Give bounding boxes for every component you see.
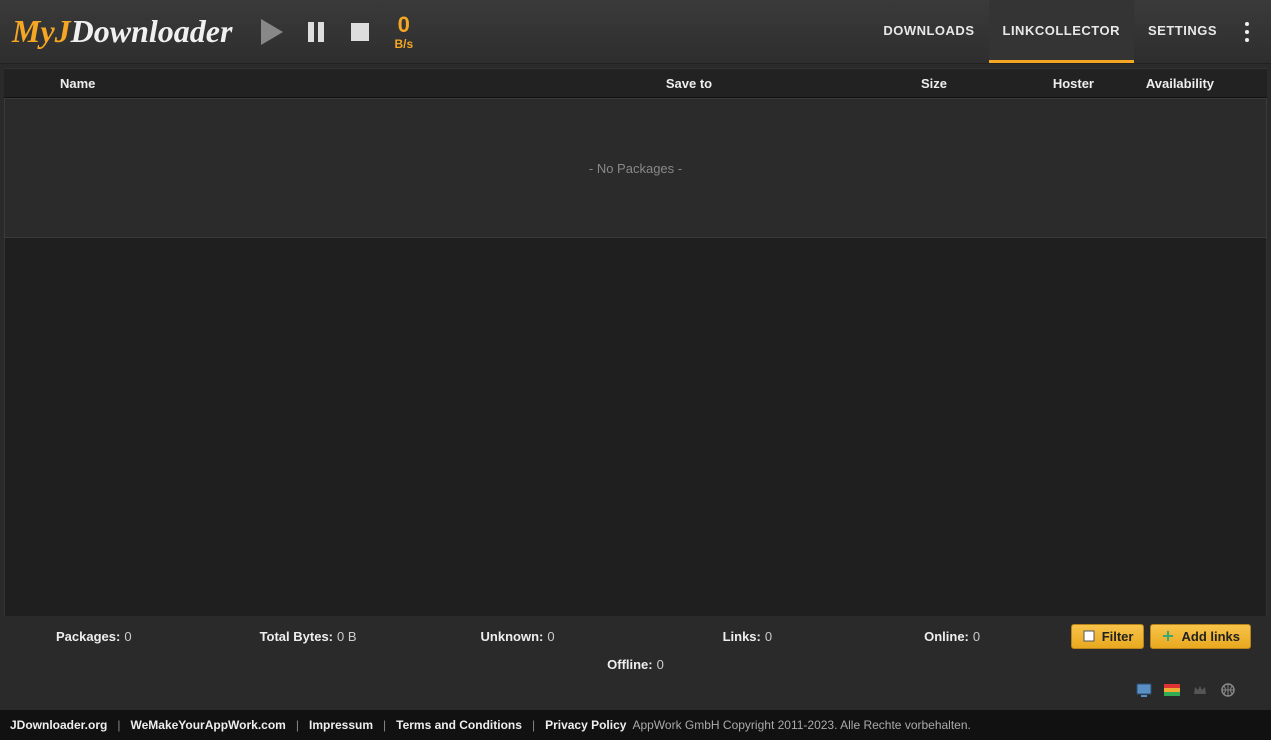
separator: | (383, 718, 386, 732)
totalbytes-label: Total Bytes: (260, 629, 333, 644)
content-area: Name Save to Size Hoster Availability - … (0, 64, 1271, 710)
column-saveto[interactable]: Save to (504, 76, 874, 91)
header-bar: My J Downloader 0 B/s DOWNLOADS LINKCOLL… (0, 0, 1271, 64)
stat-offline: Offline: 0 (607, 657, 664, 672)
offline-value: 0 (657, 657, 664, 672)
filter-label: Filter (1102, 629, 1134, 644)
stats-bar: Packages: 0 Total Bytes: 0 B Unknown: 0 … (4, 616, 1267, 706)
add-links-button[interactable]: Add links (1150, 624, 1251, 649)
totalbytes-value: 0 B (337, 629, 357, 644)
tab-settings[interactable]: SETTINGS (1134, 0, 1231, 63)
column-hoster[interactable]: Hoster (994, 76, 1094, 91)
stat-links: Links: 0 (723, 629, 773, 644)
stop-button[interactable] (344, 12, 376, 52)
footer-bar: JDownloader.org | WeMakeYourAppWork.com … (0, 710, 1271, 740)
footer-link-privacy[interactable]: Privacy Policy (545, 718, 626, 732)
overflow-menu-button[interactable] (1231, 0, 1263, 63)
stats-row-2: Offline: 0 (20, 650, 1251, 678)
column-availability[interactable]: Availability (1094, 76, 1234, 91)
stop-icon (350, 22, 370, 42)
online-value: 0 (973, 629, 980, 644)
tab-linkcollector[interactable]: LINKCOLLECTOR (989, 0, 1134, 63)
separator: | (117, 718, 120, 732)
speed-unit: B/s (394, 38, 413, 50)
column-size[interactable]: Size (874, 76, 994, 91)
filter-button[interactable]: Filter (1071, 624, 1145, 649)
separator: | (532, 718, 535, 732)
monitor-icon[interactable] (1135, 682, 1153, 698)
separator: | (296, 718, 299, 732)
main-tabs: DOWNLOADS LINKCOLLECTOR SETTINGS (869, 0, 1263, 63)
flag-icon[interactable] (1163, 682, 1181, 698)
stats-row-1: Packages: 0 Total Bytes: 0 B Unknown: 0 … (20, 622, 1251, 650)
dot-icon (1245, 30, 1249, 34)
filter-icon (1082, 629, 1096, 643)
packages-value: 0 (124, 629, 131, 644)
stat-unknown: Unknown: 0 (481, 629, 555, 644)
packages-label: Packages: (56, 629, 120, 644)
footer-link-terms[interactable]: Terms and Conditions (396, 718, 522, 732)
footer-link-appwork[interactable]: WeMakeYourAppWork.com (130, 718, 285, 732)
dot-icon (1245, 22, 1249, 26)
footer-link-impressum[interactable]: Impressum (309, 718, 373, 732)
status-icon-row (20, 678, 1251, 704)
online-label: Online: (924, 629, 969, 644)
offline-label: Offline: (607, 657, 653, 672)
stat-online: Online: 0 (924, 629, 980, 644)
links-label: Links: (723, 629, 761, 644)
play-icon (259, 17, 285, 47)
play-button[interactable] (256, 12, 288, 52)
logo-downloader: Downloader (71, 13, 233, 50)
tab-downloads[interactable]: DOWNLOADS (869, 0, 988, 63)
speed-indicator: 0 B/s (394, 14, 413, 50)
table-header: Name Save to Size Hoster Availability (4, 68, 1267, 98)
pause-button[interactable] (300, 12, 332, 52)
pause-icon (307, 21, 325, 43)
empty-space (4, 238, 1267, 616)
dot-icon (1245, 38, 1249, 42)
column-name[interactable]: Name (4, 76, 504, 91)
app-logo: My J Downloader (8, 13, 232, 50)
unknown-label: Unknown: (481, 629, 544, 644)
globe-icon[interactable] (1219, 682, 1237, 698)
footer-link-jdownloader[interactable]: JDownloader.org (10, 718, 107, 732)
add-icon (1161, 629, 1175, 643)
crown-icon[interactable] (1191, 682, 1209, 698)
unknown-value: 0 (547, 629, 554, 644)
action-buttons: Filter Add links (1071, 624, 1251, 649)
empty-message: - No Packages - (589, 161, 682, 176)
speed-value: 0 (394, 14, 413, 36)
logo-j: J (55, 13, 71, 50)
stat-totalbytes: Total Bytes: 0 B (260, 629, 357, 644)
stat-packages: Packages: 0 (56, 629, 132, 644)
table-body: - No Packages - (4, 98, 1267, 238)
links-value: 0 (765, 629, 772, 644)
logo-my: My (12, 13, 55, 50)
footer-copyright: AppWork GmbH Copyright 2011-2023. Alle R… (632, 718, 970, 732)
playback-controls (256, 12, 376, 52)
add-links-label: Add links (1181, 629, 1240, 644)
